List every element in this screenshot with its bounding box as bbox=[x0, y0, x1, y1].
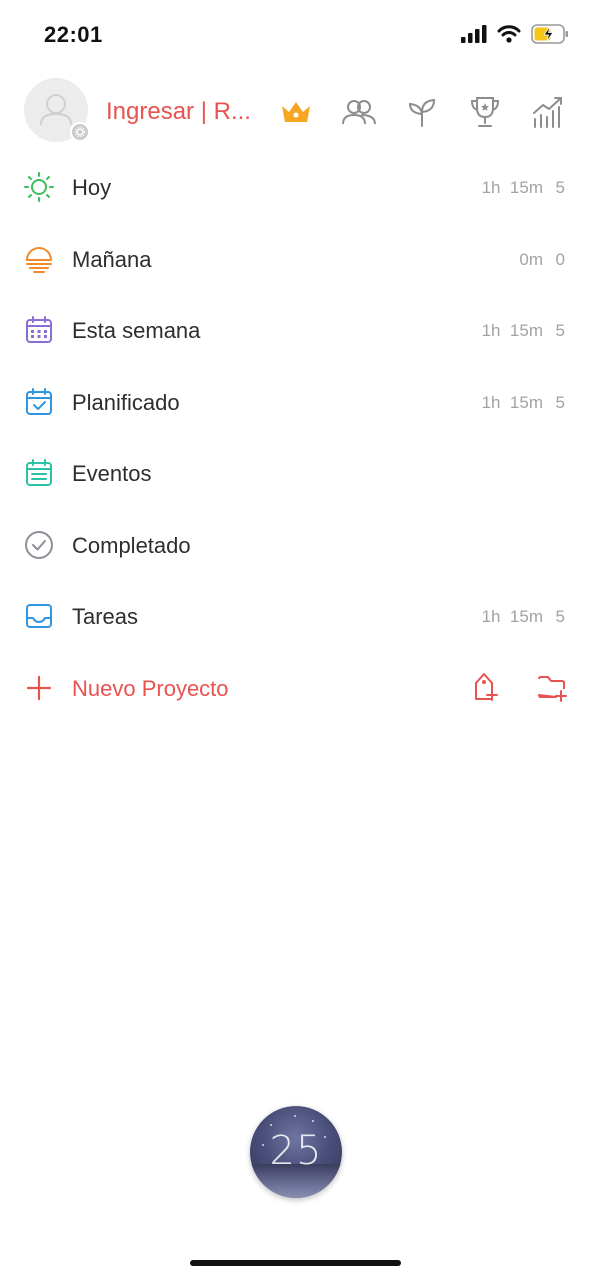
menu-item-count: 5 bbox=[555, 392, 565, 412]
star-decoration bbox=[270, 1124, 272, 1126]
avatar-settings-badge bbox=[70, 122, 90, 142]
menu-item-count: 5 bbox=[555, 607, 565, 626]
menu-item-label: Esta semana bbox=[72, 318, 201, 343]
menu-item-esta-semana[interactable]: Esta semana 1h 15m 5 bbox=[0, 295, 591, 367]
menu-item-time: 1h 15m bbox=[481, 321, 543, 340]
new-project-row: Nuevo Proyecto bbox=[0, 653, 591, 725]
inbox-icon bbox=[24, 601, 54, 631]
crown-icon[interactable] bbox=[278, 94, 314, 130]
menu-item-label: Completado bbox=[72, 532, 191, 558]
home-indicator[interactable] bbox=[190, 1260, 401, 1266]
calendar-check-icon bbox=[24, 387, 54, 417]
login-link[interactable]: Ingresar | R... bbox=[106, 98, 251, 126]
status-bar: 22:01 bbox=[0, 0, 591, 72]
add-folder-icon[interactable] bbox=[536, 671, 568, 703]
menu-item-hoy[interactable]: Hoy 1h 15m 5 bbox=[0, 152, 591, 224]
menu-item-label: Planificado bbox=[72, 389, 180, 415]
trophy-icon[interactable] bbox=[467, 94, 503, 130]
plus-icon[interactable] bbox=[24, 673, 54, 703]
menu-item-tareas[interactable]: Tareas 1h 15m 5 bbox=[0, 581, 591, 653]
avatar[interactable] bbox=[24, 78, 90, 142]
star-decoration bbox=[312, 1120, 314, 1122]
calendar-week-icon bbox=[24, 315, 54, 345]
add-tag-icon[interactable] bbox=[469, 671, 501, 703]
menu-item-planificado[interactable]: Planificado 1h 15m 5 bbox=[0, 367, 591, 439]
menu-item-time: 1h 15m bbox=[481, 392, 543, 412]
star-decoration bbox=[294, 1115, 296, 1117]
menu-item-count: 0 bbox=[555, 249, 565, 269]
menu-item-label: Tareas bbox=[72, 604, 139, 629]
wifi-icon bbox=[497, 24, 521, 48]
gear-icon bbox=[74, 126, 86, 138]
menu-item-label: Eventos bbox=[72, 461, 152, 486]
new-project-button[interactable]: Nuevo Proyecto bbox=[72, 676, 229, 702]
timer-value: 25 bbox=[269, 1128, 323, 1174]
calendar-events-icon bbox=[24, 458, 54, 488]
sun-icon bbox=[24, 172, 54, 202]
signal-icon bbox=[461, 24, 487, 48]
menu-item-manana[interactable]: Mañana 0m 0 bbox=[0, 224, 591, 296]
check-circle-icon bbox=[24, 530, 54, 560]
menu-item-completado[interactable]: Completado bbox=[0, 510, 591, 582]
pomodoro-timer-button[interactable]: 25 bbox=[250, 1106, 342, 1198]
status-icons bbox=[461, 23, 569, 49]
sunset-icon bbox=[24, 244, 54, 274]
sprout-icon[interactable] bbox=[404, 94, 440, 130]
menu-item-time: 1h 15m bbox=[481, 178, 543, 197]
people-icon[interactable] bbox=[341, 94, 377, 130]
menu-item-time: 0m bbox=[519, 249, 543, 269]
app-screen: 22:01 Ingresar | R... Hoy 1h 15m 5 Mañan… bbox=[0, 0, 591, 1280]
menu-item-count: 5 bbox=[555, 178, 565, 197]
stats-icon[interactable] bbox=[530, 94, 566, 130]
header: Ingresar | R... bbox=[0, 76, 591, 148]
menu-item-label: Mañana bbox=[72, 246, 152, 272]
menu-item-time: 1h 15m bbox=[481, 607, 543, 626]
menu-item-label: Hoy bbox=[72, 175, 112, 200]
menu-item-count: 5 bbox=[555, 321, 565, 340]
status-time: 22:01 bbox=[44, 22, 103, 47]
battery-charging-icon bbox=[531, 23, 569, 49]
menu-list: Hoy 1h 15m 5 Mañana 0m 0 Esta semana 1h … bbox=[0, 152, 591, 725]
menu-item-eventos[interactable]: Eventos bbox=[0, 438, 591, 510]
